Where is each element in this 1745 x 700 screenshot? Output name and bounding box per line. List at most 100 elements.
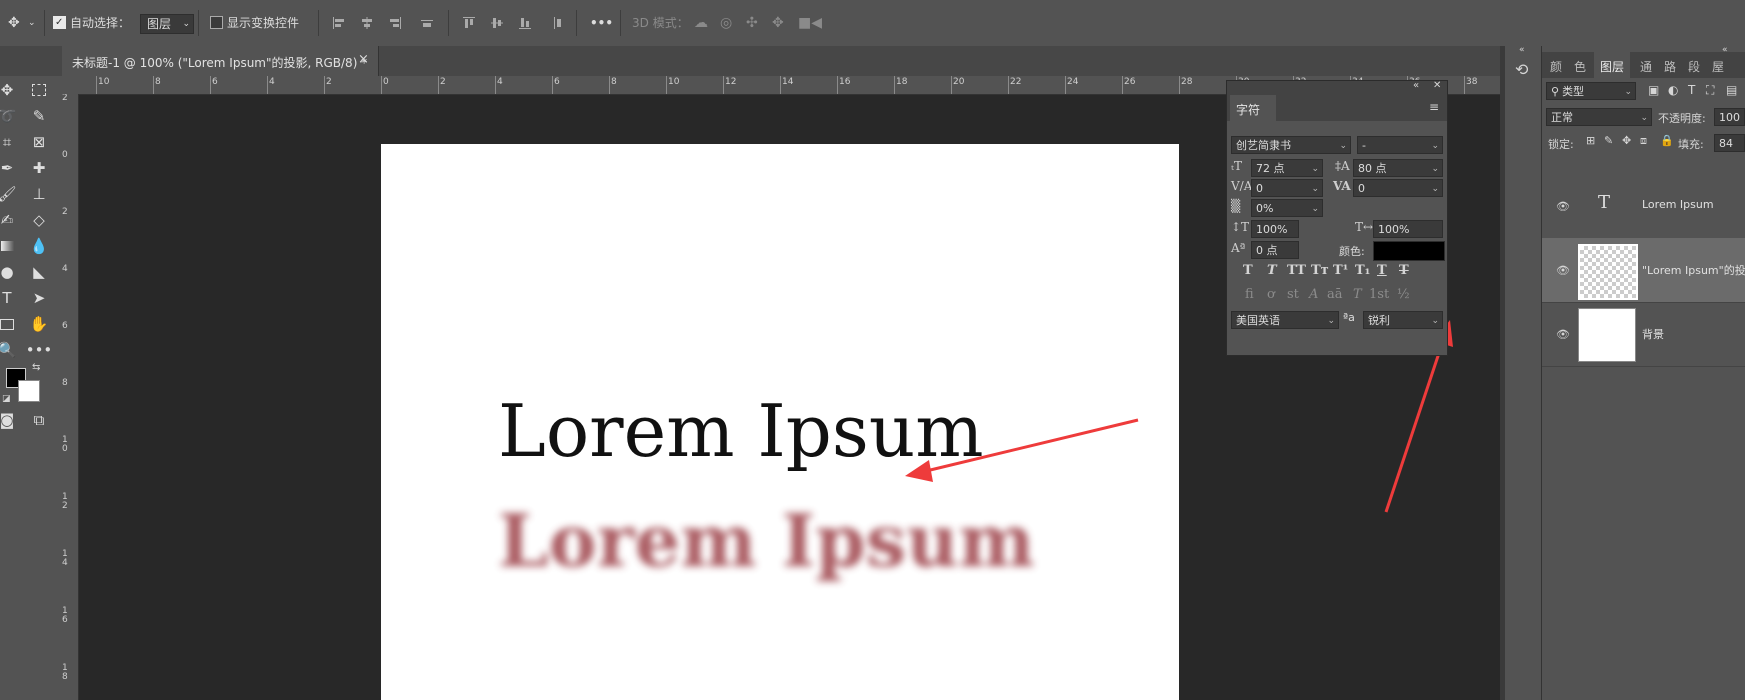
fractions-button[interactable]: ½ bbox=[1397, 287, 1410, 302]
lock-artboard-icon[interactable]: ⧈ bbox=[1640, 134, 1647, 148]
visibility-eye-icon[interactable]: 👁 bbox=[1556, 328, 1570, 341]
gradient-tool-icon[interactable] bbox=[0, 236, 18, 256]
marquee-tool-icon[interactable] bbox=[28, 80, 50, 100]
tab-swatches[interactable]: 色 bbox=[1574, 58, 1586, 75]
font-style-select[interactable]: - ⌄ bbox=[1357, 136, 1443, 154]
collapse-panel-icon[interactable]: « bbox=[1413, 80, 1419, 91]
font-family-select[interactable]: 创艺简隶书 ⌄ bbox=[1231, 136, 1351, 154]
layer-row-text[interactable]: 👁 T Lorem Ipsum bbox=[1542, 174, 1745, 239]
tsume-field[interactable]: 0% ⌄ bbox=[1251, 199, 1323, 217]
tracking-field[interactable]: 0 ⌄ bbox=[1353, 179, 1443, 197]
align-right-icon[interactable] bbox=[388, 16, 402, 30]
expand-dock-icon[interactable]: « bbox=[1519, 45, 1525, 55]
pen-tool-icon[interactable]: ◣ bbox=[28, 262, 50, 282]
tab-layers[interactable]: 图层 bbox=[1594, 52, 1630, 78]
path-selection-tool-icon[interactable]: ➤ bbox=[28, 288, 50, 308]
vertical-scale-field[interactable]: 100% bbox=[1251, 220, 1299, 238]
all-caps-button[interactable]: TT bbox=[1287, 263, 1306, 278]
underline-button[interactable]: T bbox=[1377, 263, 1387, 278]
quick-select-tool-icon[interactable]: ✎ bbox=[28, 106, 50, 126]
small-caps-button[interactable]: Tт bbox=[1311, 263, 1329, 278]
leading-field[interactable]: 80 点 ⌄ bbox=[1353, 159, 1443, 177]
align-left-icon[interactable] bbox=[332, 16, 346, 30]
subscript-button[interactable]: T₁ bbox=[1355, 263, 1370, 278]
blur-tool-icon[interactable]: 💧 bbox=[28, 236, 50, 256]
align-center-h-icon[interactable] bbox=[360, 16, 374, 30]
titling-alternates-button[interactable]: T bbox=[1353, 287, 1362, 302]
distribute-v-icon[interactable] bbox=[550, 16, 564, 30]
layer-row-shadow-selected[interactable]: 👁 "Lorem Ipsum"的投影 bbox=[1542, 238, 1745, 303]
clone-stamp-tool-icon[interactable]: ⊥ bbox=[28, 184, 50, 204]
crop-tool-icon[interactable]: ⌗ bbox=[0, 132, 18, 152]
ligatures-button[interactable]: fi bbox=[1245, 287, 1254, 302]
screen-mode-icon[interactable]: ⧉ bbox=[28, 410, 50, 430]
healing-brush-tool-icon[interactable]: ✚ bbox=[28, 158, 50, 178]
tab-channels[interactable]: 通 bbox=[1640, 58, 1652, 75]
move-tool-icon[interactable]: ✥ bbox=[8, 14, 20, 32]
filter-pixel-icon[interactable]: ▣ bbox=[1648, 83, 1659, 97]
auto-select-checkbox[interactable]: 自动选择： bbox=[53, 14, 130, 32]
more-tools-icon[interactable]: ••• bbox=[26, 340, 53, 360]
superscript-button[interactable]: T¹ bbox=[1333, 263, 1348, 278]
language-select[interactable]: 美国英语 ⌄ bbox=[1231, 311, 1339, 329]
auto-select-target-dropdown[interactable]: 图层 ⌄ bbox=[140, 14, 194, 34]
zoom-tool-icon[interactable]: 🔍 bbox=[0, 340, 18, 360]
tab-properties[interactable]: 屋 bbox=[1712, 58, 1724, 75]
layer-filter-select[interactable]: ⚲ 类型 ⌄ bbox=[1546, 82, 1636, 100]
fill-field[interactable]: 84 bbox=[1714, 134, 1745, 152]
history-brush-tool-icon[interactable]: ✍ bbox=[0, 210, 18, 230]
visibility-eye-icon[interactable]: 👁 bbox=[1556, 200, 1570, 213]
move-tool-icon[interactable]: ✥ bbox=[0, 80, 18, 100]
lock-position-icon[interactable]: ✥ bbox=[1622, 134, 1631, 147]
baseline-shift-field[interactable]: 0 点 bbox=[1251, 241, 1299, 259]
filter-shape-icon[interactable]: ⛶ bbox=[1706, 83, 1714, 98]
stylistic-alternates-button[interactable]: aā bbox=[1327, 287, 1343, 302]
tab-color[interactable]: 颜 bbox=[1550, 58, 1562, 75]
kerning-field[interactable]: 0 ⌄ bbox=[1251, 179, 1323, 197]
filter-smart-object-icon[interactable]: ▤ bbox=[1726, 83, 1737, 97]
lasso-tool-icon[interactable]: ➰ bbox=[0, 106, 18, 126]
history-icon[interactable]: ⟲ bbox=[1515, 60, 1528, 79]
faux-italic-button[interactable]: T bbox=[1267, 263, 1277, 278]
background-color-swatch[interactable] bbox=[18, 380, 40, 402]
default-colors-icon[interactable]: ◪ bbox=[2, 394, 11, 404]
distribute-icon[interactable] bbox=[420, 16, 434, 30]
tab-paths[interactable]: 路 bbox=[1664, 58, 1676, 75]
document-canvas[interactable]: Lorem Ipsum Lorem Ipsum bbox=[381, 144, 1179, 700]
tab-paragraph[interactable]: 段 bbox=[1688, 58, 1700, 75]
rectangle-tool-icon[interactable] bbox=[0, 314, 18, 334]
shadow-text-layer[interactable]: Lorem Ipsum bbox=[498, 498, 1035, 583]
more-options-button[interactable]: ••• bbox=[590, 14, 613, 32]
lock-all-icon[interactable]: 🔒 bbox=[1660, 134, 1674, 147]
filter-type-icon[interactable]: T bbox=[1688, 83, 1695, 97]
panel-menu-icon[interactable]: ≡ bbox=[1429, 100, 1439, 114]
tab-character[interactable]: 字符 bbox=[1230, 95, 1276, 121]
swap-colors-icon[interactable]: ⇆ bbox=[32, 362, 40, 373]
horizontal-scale-field[interactable]: 100% bbox=[1373, 220, 1443, 238]
eraser-tool-icon[interactable]: ◇ bbox=[28, 210, 50, 230]
strikethrough-button[interactable]: T bbox=[1399, 263, 1409, 278]
opacity-field[interactable]: 100 bbox=[1714, 108, 1745, 126]
blend-mode-select[interactable]: 正常 ⌄ bbox=[1546, 108, 1652, 126]
3d-slide-icon[interactable]: ✥ bbox=[772, 14, 784, 32]
visibility-eye-icon[interactable]: 👁 bbox=[1556, 264, 1570, 277]
3d-pan-icon[interactable]: ✣ bbox=[746, 14, 758, 32]
layer-row-background[interactable]: 👁 背景 bbox=[1542, 302, 1745, 367]
old-style-button[interactable]: ơ bbox=[1267, 287, 1275, 302]
main-text-layer[interactable]: Lorem Ipsum bbox=[498, 389, 983, 473]
brush-tool-icon[interactable]: 🖌 bbox=[0, 184, 18, 204]
show-transform-checkbox[interactable]: 显示变换控件 bbox=[210, 14, 299, 32]
hand-tool-icon[interactable]: ✋ bbox=[28, 314, 50, 334]
font-size-field[interactable]: 72 点 ⌄ bbox=[1251, 159, 1323, 177]
swash-button[interactable]: A bbox=[1309, 287, 1318, 302]
align-top-icon[interactable] bbox=[462, 16, 476, 30]
faux-bold-button[interactable]: T bbox=[1243, 263, 1253, 278]
document-tab[interactable]: 未标题-1 @ 100% ("Lorem Ipsum"的投影, RGB/8) *… bbox=[62, 46, 379, 76]
3d-orbit-icon[interactable]: ☁ bbox=[694, 14, 708, 32]
anti-alias-select[interactable]: 锐利 ⌄ bbox=[1363, 311, 1443, 329]
quick-mask-icon[interactable]: ◙ bbox=[0, 410, 18, 430]
3d-roll-icon[interactable]: ◎ bbox=[720, 14, 732, 32]
align-bottom-icon[interactable] bbox=[518, 16, 532, 30]
discretionary-ligatures-button[interactable]: st bbox=[1287, 287, 1299, 302]
frame-tool-icon[interactable]: ⊠ bbox=[28, 132, 50, 152]
